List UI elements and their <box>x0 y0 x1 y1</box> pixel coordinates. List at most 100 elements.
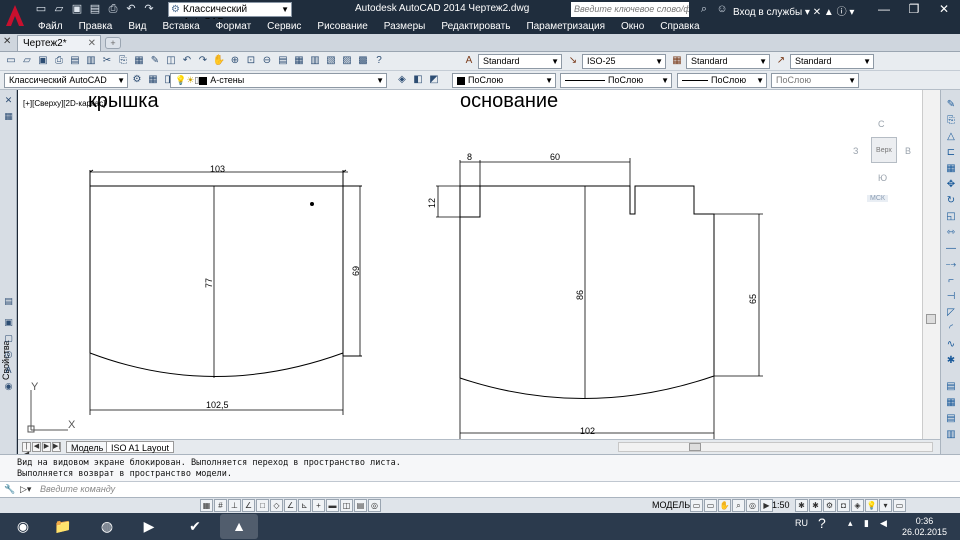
color-select[interactable]: ПоСлою ▼ <box>452 73 556 88</box>
scale-icon[interactable]: ◱ <box>944 210 958 223</box>
paste-icon[interactable]: ▦ <box>132 54 146 68</box>
file-explorer-icon[interactable]: 📁 <box>44 514 82 539</box>
plotstyle-select[interactable]: ПоСлою ▼ <box>771 73 859 88</box>
array-icon[interactable]: ▦ <box>944 162 958 175</box>
viewcube-east[interactable]: В <box>905 146 911 156</box>
layer-state-icon[interactable]: ◩ <box>427 73 441 87</box>
markup-icon[interactable]: ▨ <box>340 54 354 68</box>
chamfer-icon[interactable]: ◸ <box>944 306 958 319</box>
otrack-icon[interactable]: ∠ <box>284 499 297 512</box>
dyn-icon[interactable]: + <box>312 499 325 512</box>
new-tab-button[interactable]: + <box>105 37 121 49</box>
tool-palettes-icon[interactable]: ▥ <box>308 54 322 68</box>
toggle-pickadd-icon[interactable]: ◎ <box>2 348 15 361</box>
menu-file[interactable]: Файл <box>30 19 71 34</box>
drawing-canvas[interactable]: [+][Сверху][2D-каркас] крышка основание … <box>18 90 922 439</box>
tray-expand-icon[interactable]: ▴ <box>848 518 853 529</box>
scroll-thumb[interactable] <box>689 443 701 451</box>
tab-model[interactable]: Модель <box>66 441 109 453</box>
gear-icon[interactable]: ⚙ <box>130 73 144 87</box>
application-menu-button[interactable] <box>0 0 30 34</box>
dim-style-select[interactable]: ISO-25 ▼ <box>582 54 666 69</box>
cut-icon[interactable]: ✂ <box>100 54 114 68</box>
last-tab-icon[interactable]: ▶| <box>52 442 61 452</box>
properties-icon[interactable]: ▤ <box>276 54 290 68</box>
trim-icon[interactable]: — <box>944 242 958 255</box>
chrome-icon[interactable]: ◍ <box>88 514 126 539</box>
first-tab-icon[interactable]: |◀ <box>22 442 31 458</box>
command-input[interactable]: Введите команду <box>40 484 115 494</box>
mleader-style-select[interactable]: Standard ▼ <box>790 54 874 69</box>
table-style-icon[interactable]: ▦ <box>670 54 684 68</box>
close-icon[interactable]: ✕ <box>932 1 956 17</box>
sheet-set-icon[interactable]: ▧ <box>324 54 338 68</box>
user-icon[interactable]: ☺ <box>715 2 729 16</box>
make-current-icon[interactable]: ◈ <box>395 73 409 87</box>
model-space-button[interactable]: МОДЕЛЬ <box>650 499 692 512</box>
plot-preview-icon[interactable]: ▤ <box>68 54 82 68</box>
grid-icon[interactable]: # <box>214 499 227 512</box>
lock-icon[interactable]: ◘ <box>837 499 850 512</box>
wrench-icon[interactable]: 🔧 <box>4 484 15 495</box>
rotate-icon[interactable]: ↻ <box>944 194 958 207</box>
undo-icon[interactable]: ↶ <box>124 3 138 16</box>
pan-icon[interactable]: ✋ <box>718 499 731 512</box>
document-tab[interactable]: Чертеж2* ✕ <box>17 35 101 51</box>
media-player-icon[interactable]: ▶ <box>130 514 168 539</box>
polar-icon[interactable]: ∠ <box>242 499 255 512</box>
next-tab-icon[interactable]: ▶ <box>42 442 51 452</box>
menu-view[interactable]: Вид <box>120 19 154 34</box>
zoom-window-icon[interactable]: ⊡ <box>244 54 258 68</box>
copy-icon[interactable]: ⎘ <box>944 114 958 127</box>
scroll-thumb[interactable] <box>926 314 936 324</box>
publish-icon[interactable]: ▥ <box>84 54 98 68</box>
viewcube-top-face[interactable]: Верх <box>871 137 897 163</box>
workspace-settings-icon[interactable]: ▦ <box>146 73 160 87</box>
workspace-combo[interactable]: Классический AutoCAD ▼ <box>4 73 128 88</box>
help-icon[interactable]: ? <box>818 515 826 531</box>
join-icon[interactable]: ⊣ <box>944 290 958 303</box>
zoom-icon[interactable]: ⌕ <box>732 499 745 512</box>
hardware-acceleration-icon[interactable]: ◈ <box>851 499 864 512</box>
dim-style-icon[interactable]: ↘ <box>566 54 580 68</box>
quick-select-icon[interactable]: ▣ <box>2 316 15 329</box>
help-icon[interactable]: ? <box>372 54 386 68</box>
open-file-icon[interactable]: ▱ <box>52 3 66 16</box>
layer-select[interactable]: 💡☀▯ А-стены ▼ <box>170 73 387 88</box>
offset-icon[interactable]: ⊏ <box>944 146 958 159</box>
viewcube-south[interactable]: Ю <box>878 173 887 183</box>
quick-properties-icon[interactable]: ▤ <box>354 499 367 512</box>
text-style-select[interactable]: Standard ▼ <box>478 54 562 69</box>
menu-tools[interactable]: Сервис <box>259 19 309 34</box>
text-style-icon[interactable]: A <box>462 54 476 68</box>
workspace-select[interactable]: ⚙ Классический AutoCAD ▼ <box>168 2 292 28</box>
snap-icon[interactable]: ▦ <box>200 499 213 512</box>
extend-icon[interactable]: ⤍ <box>944 258 958 271</box>
menu-parametric[interactable]: Параметризация <box>518 19 613 34</box>
match-properties-icon[interactable]: ✎ <box>148 54 162 68</box>
block-icon[interactable]: ▥ <box>944 428 958 441</box>
viewcube-west[interactable]: З <box>853 146 858 156</box>
menu-help[interactable]: Справка <box>652 19 707 34</box>
app-icon[interactable]: ✔ <box>176 514 214 539</box>
mirror-icon[interactable]: △ <box>944 130 958 143</box>
viewcube[interactable]: С З В Ю Верх МСК <box>850 115 911 205</box>
clock[interactable]: 0:36 26.02.2015 <box>902 516 947 538</box>
break-icon[interactable]: ⌐ <box>944 274 958 287</box>
erase-icon[interactable]: ✎ <box>944 98 958 111</box>
clean-screen-icon[interactable]: ▭ <box>893 499 906 512</box>
move-icon[interactable]: ✥ <box>944 178 958 191</box>
sign-in-button[interactable]: Вход в службы ▾ ✕ ▲ ⓘ ▾ <box>733 3 854 18</box>
menu-draw[interactable]: Рисование <box>309 19 375 34</box>
color-icon[interactable]: ◉ <box>2 380 15 393</box>
redo-icon[interactable]: ↷ <box>142 3 156 16</box>
block-editor-icon[interactable]: ◫ <box>164 54 178 68</box>
zoom-previous-icon[interactable]: ⊖ <box>260 54 274 68</box>
table-style-select[interactable]: Standard ▼ <box>686 54 770 69</box>
save-icon[interactable]: ▣ <box>36 54 50 68</box>
isolate-objects-icon[interactable]: 💡 <box>865 499 878 512</box>
osnap-icon[interactable]: □ <box>256 499 269 512</box>
explode-icon[interactable]: ✱ <box>944 354 958 367</box>
print-icon[interactable]: ⎙ <box>52 54 66 68</box>
steering-wheel-icon[interactable]: ◎ <box>746 499 759 512</box>
